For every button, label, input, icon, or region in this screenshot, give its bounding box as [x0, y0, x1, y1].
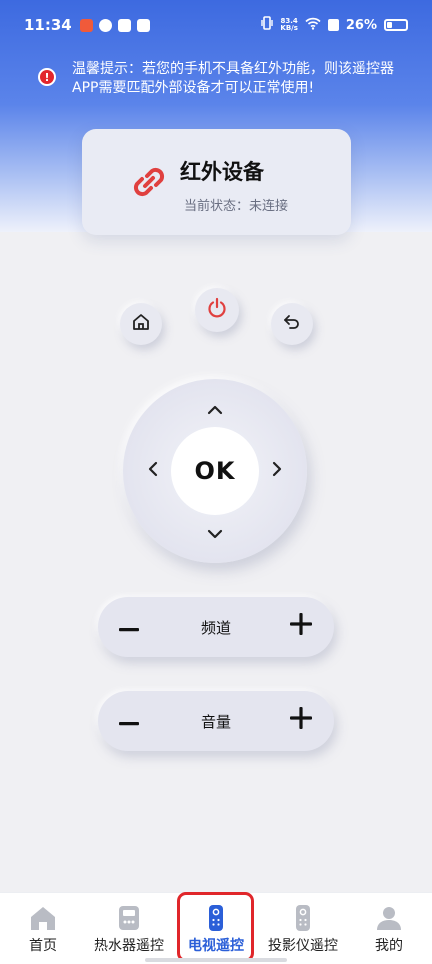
back-icon [282, 312, 302, 336]
left-button[interactable] [141, 459, 165, 483]
channel-control: 频道 [98, 597, 334, 657]
notice-banner: ! 温馨提示：若您的手机不具备红外功能，则该遥控器APP需要匹配外部设备才可以正… [38, 60, 408, 98]
channel-up-button[interactable] [286, 611, 316, 641]
tab-label: 首页 [29, 938, 57, 954]
sim-icon [327, 19, 339, 31]
down-button[interactable] [203, 521, 227, 545]
battery-icon [384, 19, 408, 31]
ok-button[interactable]: OK [171, 427, 259, 515]
network-speed: 83.4 KB/s [280, 18, 297, 32]
device-title: 红外设备 [180, 160, 264, 184]
wifi-icon [305, 17, 321, 34]
tab-label: 我的 [375, 938, 403, 954]
power-button[interactable] [195, 288, 239, 332]
user-icon [367, 903, 411, 933]
notification-app-icon [79, 18, 93, 32]
home-button[interactable] [120, 303, 162, 345]
network-speed-unit: KB/s [280, 24, 298, 32]
battery-text: 26% [345, 17, 377, 33]
home-icon [131, 312, 151, 336]
chevron-down-icon [207, 524, 223, 543]
chevron-right-icon [272, 461, 282, 481]
tab-projector-remote[interactable]: 投影仪遥控 [264, 903, 342, 955]
status-bar: 11:34 83.4 KB/s 26% [0, 0, 432, 50]
tab-label: 热水器遥控 [94, 938, 164, 954]
device-status: 当前状态：未连接 [184, 199, 289, 214]
back-button[interactable] [271, 303, 313, 345]
volume-control: 音量 [98, 691, 334, 751]
tab-home[interactable]: 首页 [20, 903, 66, 955]
direction-pad: OK [123, 379, 307, 563]
alert-icon: ! [38, 68, 56, 86]
notice-text: 温馨提示：若您的手机不具备红外功能，则该遥控器APP需要匹配外部设备才可以正常使… [72, 61, 394, 96]
home-indicator [145, 958, 287, 962]
water-heater-icon [91, 903, 167, 933]
play-icon [136, 18, 150, 32]
power-icon [206, 297, 228, 323]
status-time: 11:34 [24, 16, 72, 34]
home-icon [20, 903, 66, 933]
plus-icon [290, 707, 312, 733]
active-tab-highlight [177, 892, 254, 962]
volume-up-button[interactable] [286, 705, 316, 735]
plus-icon [290, 613, 312, 639]
tab-water-heater[interactable]: 热水器遥控 [91, 903, 167, 955]
device-card[interactable]: 红外设备 当前状态：未连接 [82, 129, 351, 235]
link-icon [130, 163, 168, 205]
notification-app-icon [98, 18, 112, 32]
chevron-left-icon [148, 461, 158, 481]
chevron-up-icon [207, 400, 223, 419]
up-button[interactable] [203, 397, 227, 421]
projector-remote-icon [264, 903, 342, 933]
tab-label: 投影仪遥控 [268, 938, 338, 954]
right-button[interactable] [265, 459, 289, 483]
mail-icon [117, 18, 131, 32]
vibrate-icon [261, 16, 274, 34]
tab-mine[interactable]: 我的 [367, 903, 411, 955]
